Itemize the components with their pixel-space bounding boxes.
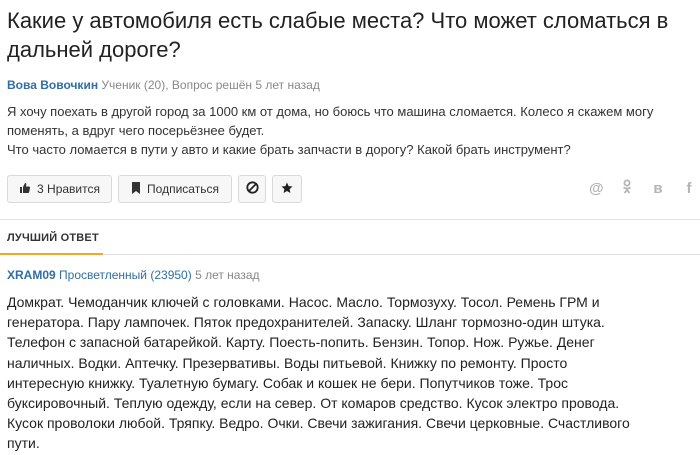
vk-share-icon[interactable]: в (651, 180, 665, 197)
answer-author-link[interactable]: XRAM09 (7, 268, 56, 282)
tab-divider (103, 254, 700, 255)
like-button-label: 3 Нравится (37, 182, 100, 196)
section-divider (0, 219, 700, 220)
facebook-share-icon[interactable]: f (682, 180, 696, 197)
answer-author-rank: Просветленный (23950) (59, 268, 192, 282)
block-button[interactable] (238, 175, 266, 203)
answer-meta: XRAM09 Просветленный (23950) 5 лет назад (7, 268, 260, 282)
share-bar: @ в f (589, 179, 696, 198)
best-answer-tab[interactable]: ЛУЧШИЙ ОТВЕТ (7, 232, 99, 244)
question-meta: Вова Вовочкин Ученик (20), Вопрос решён … (7, 78, 320, 92)
star-icon (281, 182, 293, 197)
question-body-line: Что часто ломается в пути у авто и какие… (7, 142, 571, 157)
subscribe-button[interactable]: Подписаться (118, 175, 232, 203)
question-actions: 3 Нравится Подписаться (7, 175, 302, 203)
favorite-button[interactable] (272, 175, 302, 203)
block-icon (245, 181, 259, 197)
subscribe-button-label: Подписаться (147, 182, 219, 196)
question-page: Какие у автомобиля есть слабые места? Чт… (0, 0, 700, 455)
odnoklassniki-share-icon[interactable] (620, 179, 634, 198)
question-title: Какие у автомобиля есть слабые места? Чт… (7, 8, 669, 62)
answer-time: 5 лет назад (195, 268, 260, 282)
active-tab-underline (0, 253, 103, 255)
question-author-info: Ученик (20), Вопрос решён 5 лет назад (101, 78, 320, 92)
question-body: Я хочу поехать в другой город за 1000 км… (7, 102, 687, 159)
question-author-link[interactable]: Вова Вовочкин (7, 78, 98, 92)
answer-text: Домкрат. Чемоданчик ключей с головками. … (7, 294, 630, 452)
thumbs-up-icon (19, 182, 31, 197)
bookmark-icon (131, 181, 141, 197)
question-body-line: Я хочу поехать в другой город за 1000 км… (7, 104, 654, 138)
email-share-icon[interactable]: @ (589, 180, 604, 197)
like-button[interactable]: 3 Нравится (7, 175, 112, 203)
